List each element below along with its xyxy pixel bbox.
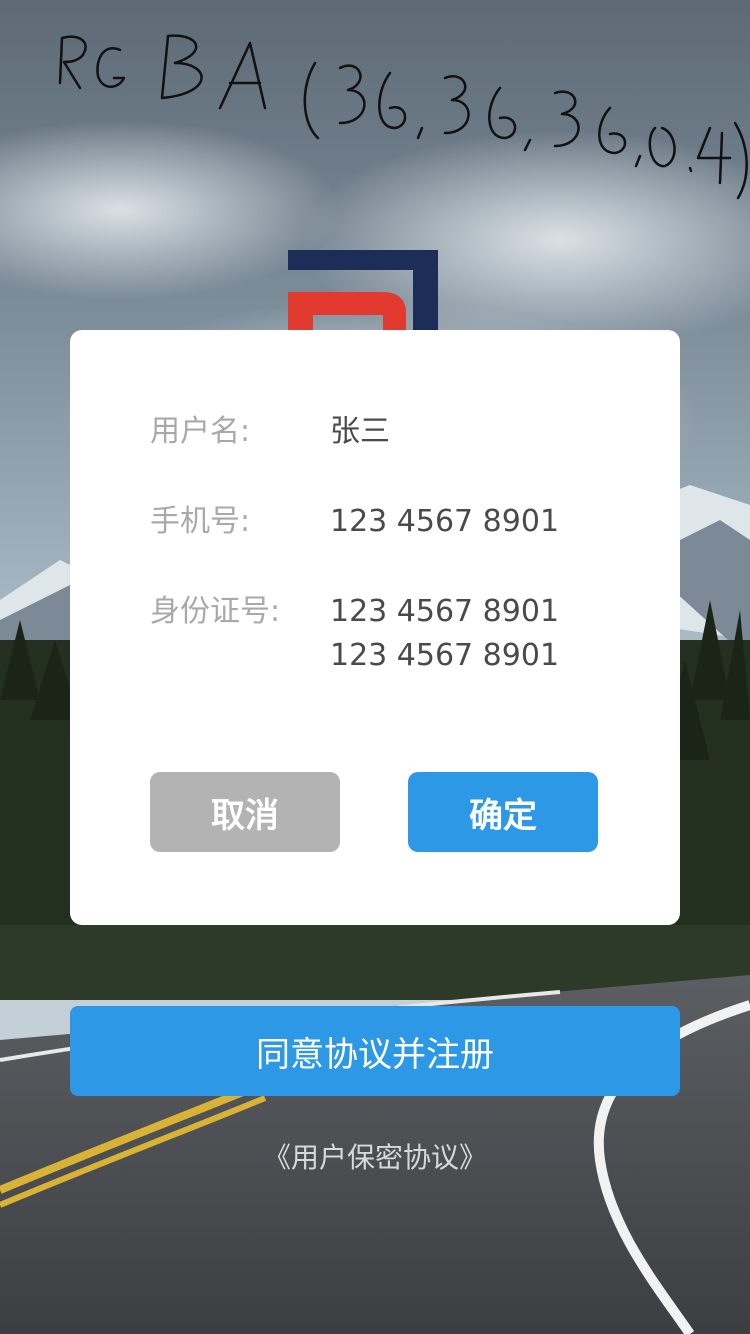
id-number-line-2: 123 4567 8901 — [330, 638, 560, 673]
id-number-value: 123 4567 8901 123 4567 8901 — [330, 590, 559, 678]
id-number-row: 身份证号: 123 4567 8901 123 4567 8901 — [150, 590, 559, 678]
confirm-button[interactable]: 确定 — [408, 772, 598, 852]
handwritten-annotation — [50, 28, 750, 203]
agree-register-button[interactable]: 同意协议并注册 — [70, 1006, 680, 1096]
confirm-dialog: 用户名: 张三 手机号: 123 4567 8901 身份证号: 123 456… — [70, 330, 680, 925]
username-row: 用户名: 张三 — [150, 410, 390, 454]
cancel-button[interactable]: 取消 — [150, 772, 340, 852]
app-logo — [288, 250, 438, 335]
phone-value: 123 4567 8901 — [330, 504, 560, 539]
id-number-line-1: 123 4567 8901 — [330, 594, 560, 629]
id-number-label: 身份证号: — [150, 594, 281, 629]
phone-row: 手机号: 123 4567 8901 — [150, 500, 559, 544]
username-value: 张三 — [330, 414, 390, 449]
username-label: 用户名: — [150, 414, 251, 449]
phone-label: 手机号: — [150, 504, 251, 539]
privacy-agreement-link[interactable]: 《用户保密协议》 — [0, 1136, 750, 1176]
